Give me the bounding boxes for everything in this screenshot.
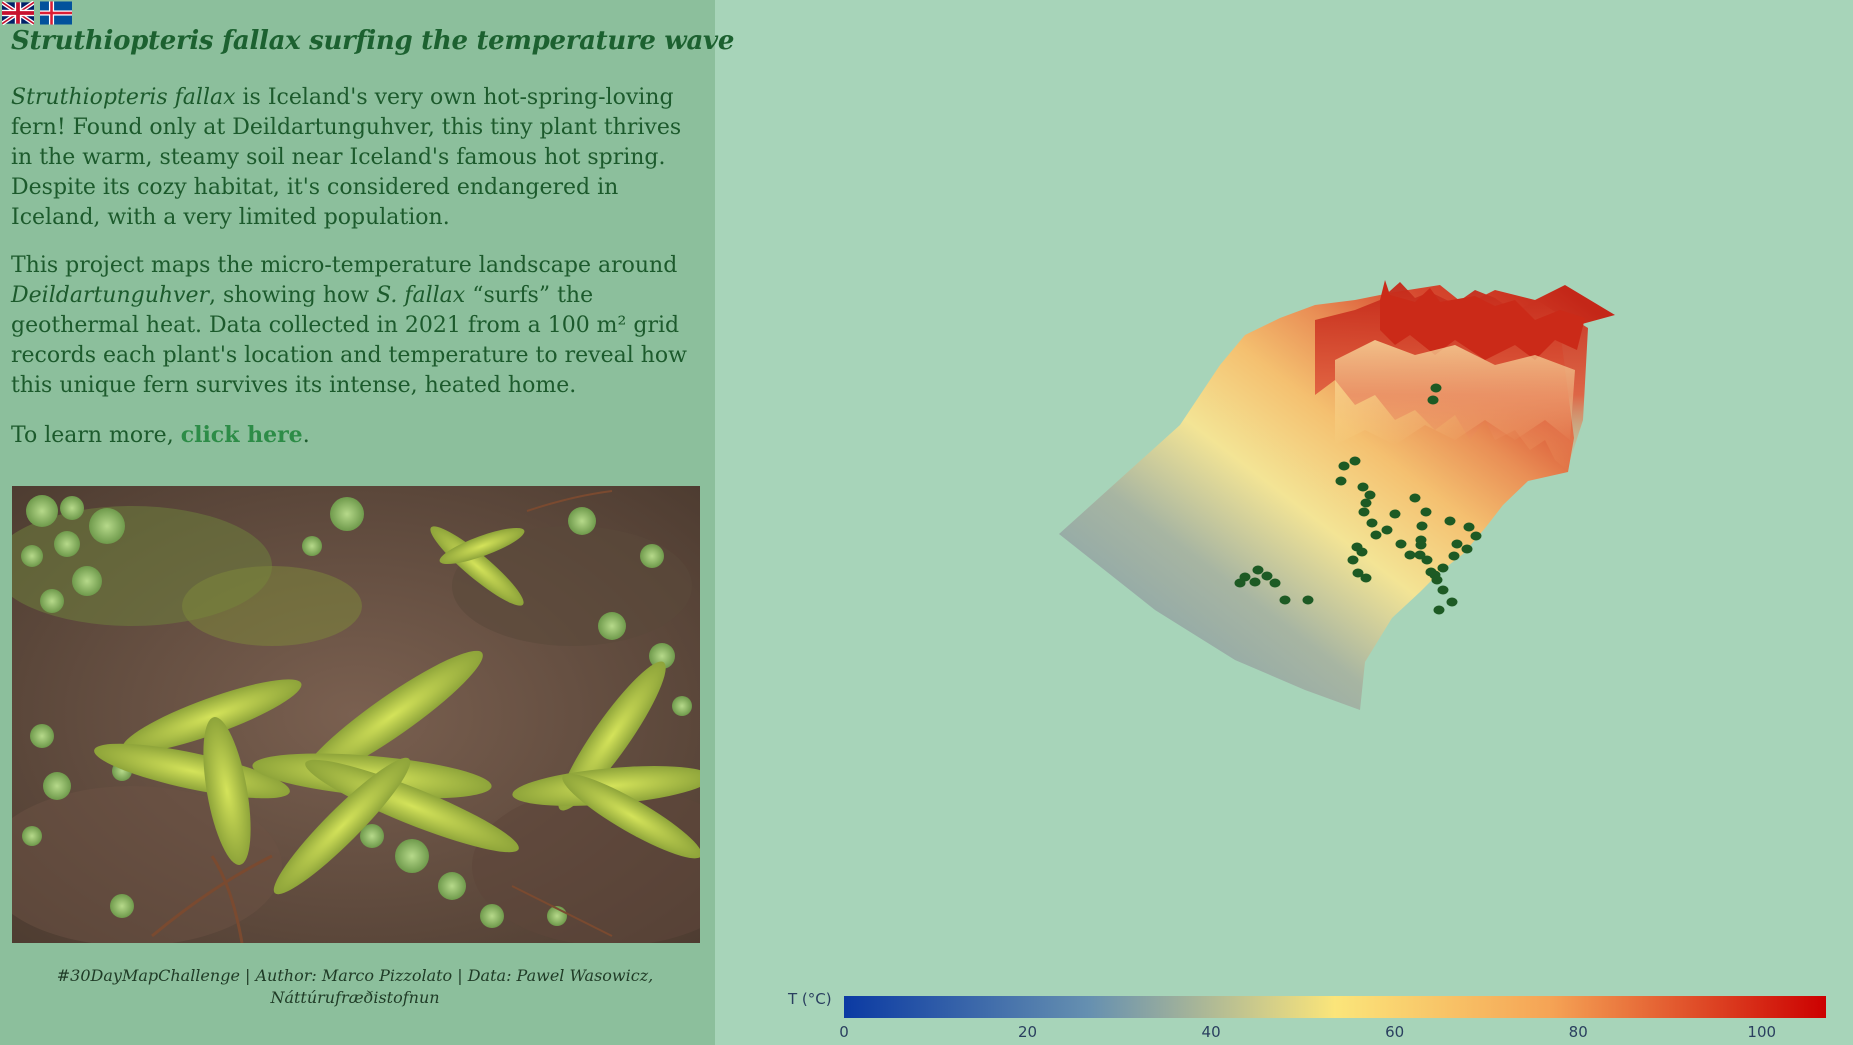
colorbar: T (°C) 0 20 40 60 80 100 <box>787 990 1826 1041</box>
plant-marker <box>1414 550 1426 560</box>
colorbar-tick-0: 0 <box>839 1023 849 1041</box>
plant-marker <box>1360 498 1372 508</box>
iceland-flag-icon[interactable] <box>40 1 72 25</box>
plant-marker <box>1395 539 1407 549</box>
plant-marker <box>1448 551 1460 561</box>
plant-marker <box>1366 518 1378 528</box>
plant-marker <box>1358 507 1370 517</box>
colorbar-tick-1: 20 <box>1018 1023 1037 1041</box>
plant-marker <box>1427 395 1439 405</box>
colorbar-tick-4: 80 <box>1569 1023 1588 1041</box>
plant-marker <box>1415 535 1427 545</box>
colorbar-ticks: 0 20 40 60 80 100 <box>839 1023 1776 1041</box>
plant-marker <box>1234 578 1246 588</box>
species-name: Struthiopteris fallax <box>11 85 236 110</box>
plant-marker <box>1381 525 1393 535</box>
plant-marker <box>1437 563 1449 573</box>
plant-marker <box>1338 461 1350 471</box>
plant-marker <box>1249 577 1261 587</box>
plant-marker <box>1302 595 1314 605</box>
plant-marker <box>1409 493 1421 503</box>
temperature-surface-plot[interactable] <box>715 0 1853 990</box>
learn-more-link[interactable]: click here <box>181 422 303 448</box>
plant-marker <box>1463 522 1475 532</box>
project-paragraph: This project maps the micro-temperature … <box>11 251 701 401</box>
colorbar-tick-2: 40 <box>1202 1023 1221 1041</box>
plant-marker <box>1357 482 1369 492</box>
plant-marker <box>1360 573 1372 583</box>
project-intro: This project maps the micro-temperature … <box>11 253 678 278</box>
plant-marker <box>1389 509 1401 519</box>
colorbar-gradient <box>844 996 1826 1018</box>
plant-marker <box>1433 605 1445 615</box>
plant-marker <box>1437 585 1449 595</box>
plant-marker <box>1470 531 1482 541</box>
colorbar-tick-5: 100 <box>1747 1023 1776 1041</box>
fern-photo <box>12 486 700 943</box>
credit-line: #30DayMapChallenge | Author: Marco Pizzo… <box>56 966 654 1007</box>
plant-marker <box>1370 530 1382 540</box>
plant-marker <box>1416 521 1428 531</box>
plant-marker <box>1451 539 1463 549</box>
colorbar-tick-3: 60 <box>1385 1023 1404 1041</box>
project-middle: , showing how <box>209 283 377 308</box>
plant-marker <box>1461 544 1473 554</box>
learn-more-prefix: To learn more, <box>11 423 181 448</box>
plant-marker <box>1420 507 1432 517</box>
plant-marker <box>1431 575 1443 585</box>
plant-marker <box>1347 555 1359 565</box>
page-title: Struthiopteris fallax surfing the temper… <box>11 26 735 56</box>
plant-marker <box>1261 571 1273 581</box>
sidebar: Struthiopteris fallax surfing the temper… <box>0 0 735 1045</box>
plant-marker <box>1335 476 1347 486</box>
plant-marker <box>1356 547 1368 557</box>
plant-marker <box>1425 567 1437 577</box>
intro-paragraph: Struthiopteris fallax is Iceland's very … <box>11 83 701 233</box>
colorbar-title: T (°C) <box>787 990 832 1008</box>
place-name: Deildartunguhver <box>11 283 210 308</box>
plant-marker <box>1446 597 1458 607</box>
learn-more-paragraph: To learn more, click here. <box>11 420 701 451</box>
plant-marker <box>1269 578 1281 588</box>
plant-marker <box>1404 550 1416 560</box>
uk-flag-icon[interactable] <box>2 1 34 25</box>
plant-marker <box>1364 490 1376 500</box>
language-switcher <box>2 1 72 25</box>
plant-marker <box>1252 565 1264 575</box>
plant-marker <box>1430 383 1442 393</box>
plant-marker <box>1279 595 1291 605</box>
species-short-name: S. fallax <box>376 283 466 308</box>
plant-marker <box>1444 516 1456 526</box>
learn-more-suffix: . <box>302 423 310 448</box>
plant-marker <box>1349 456 1361 466</box>
